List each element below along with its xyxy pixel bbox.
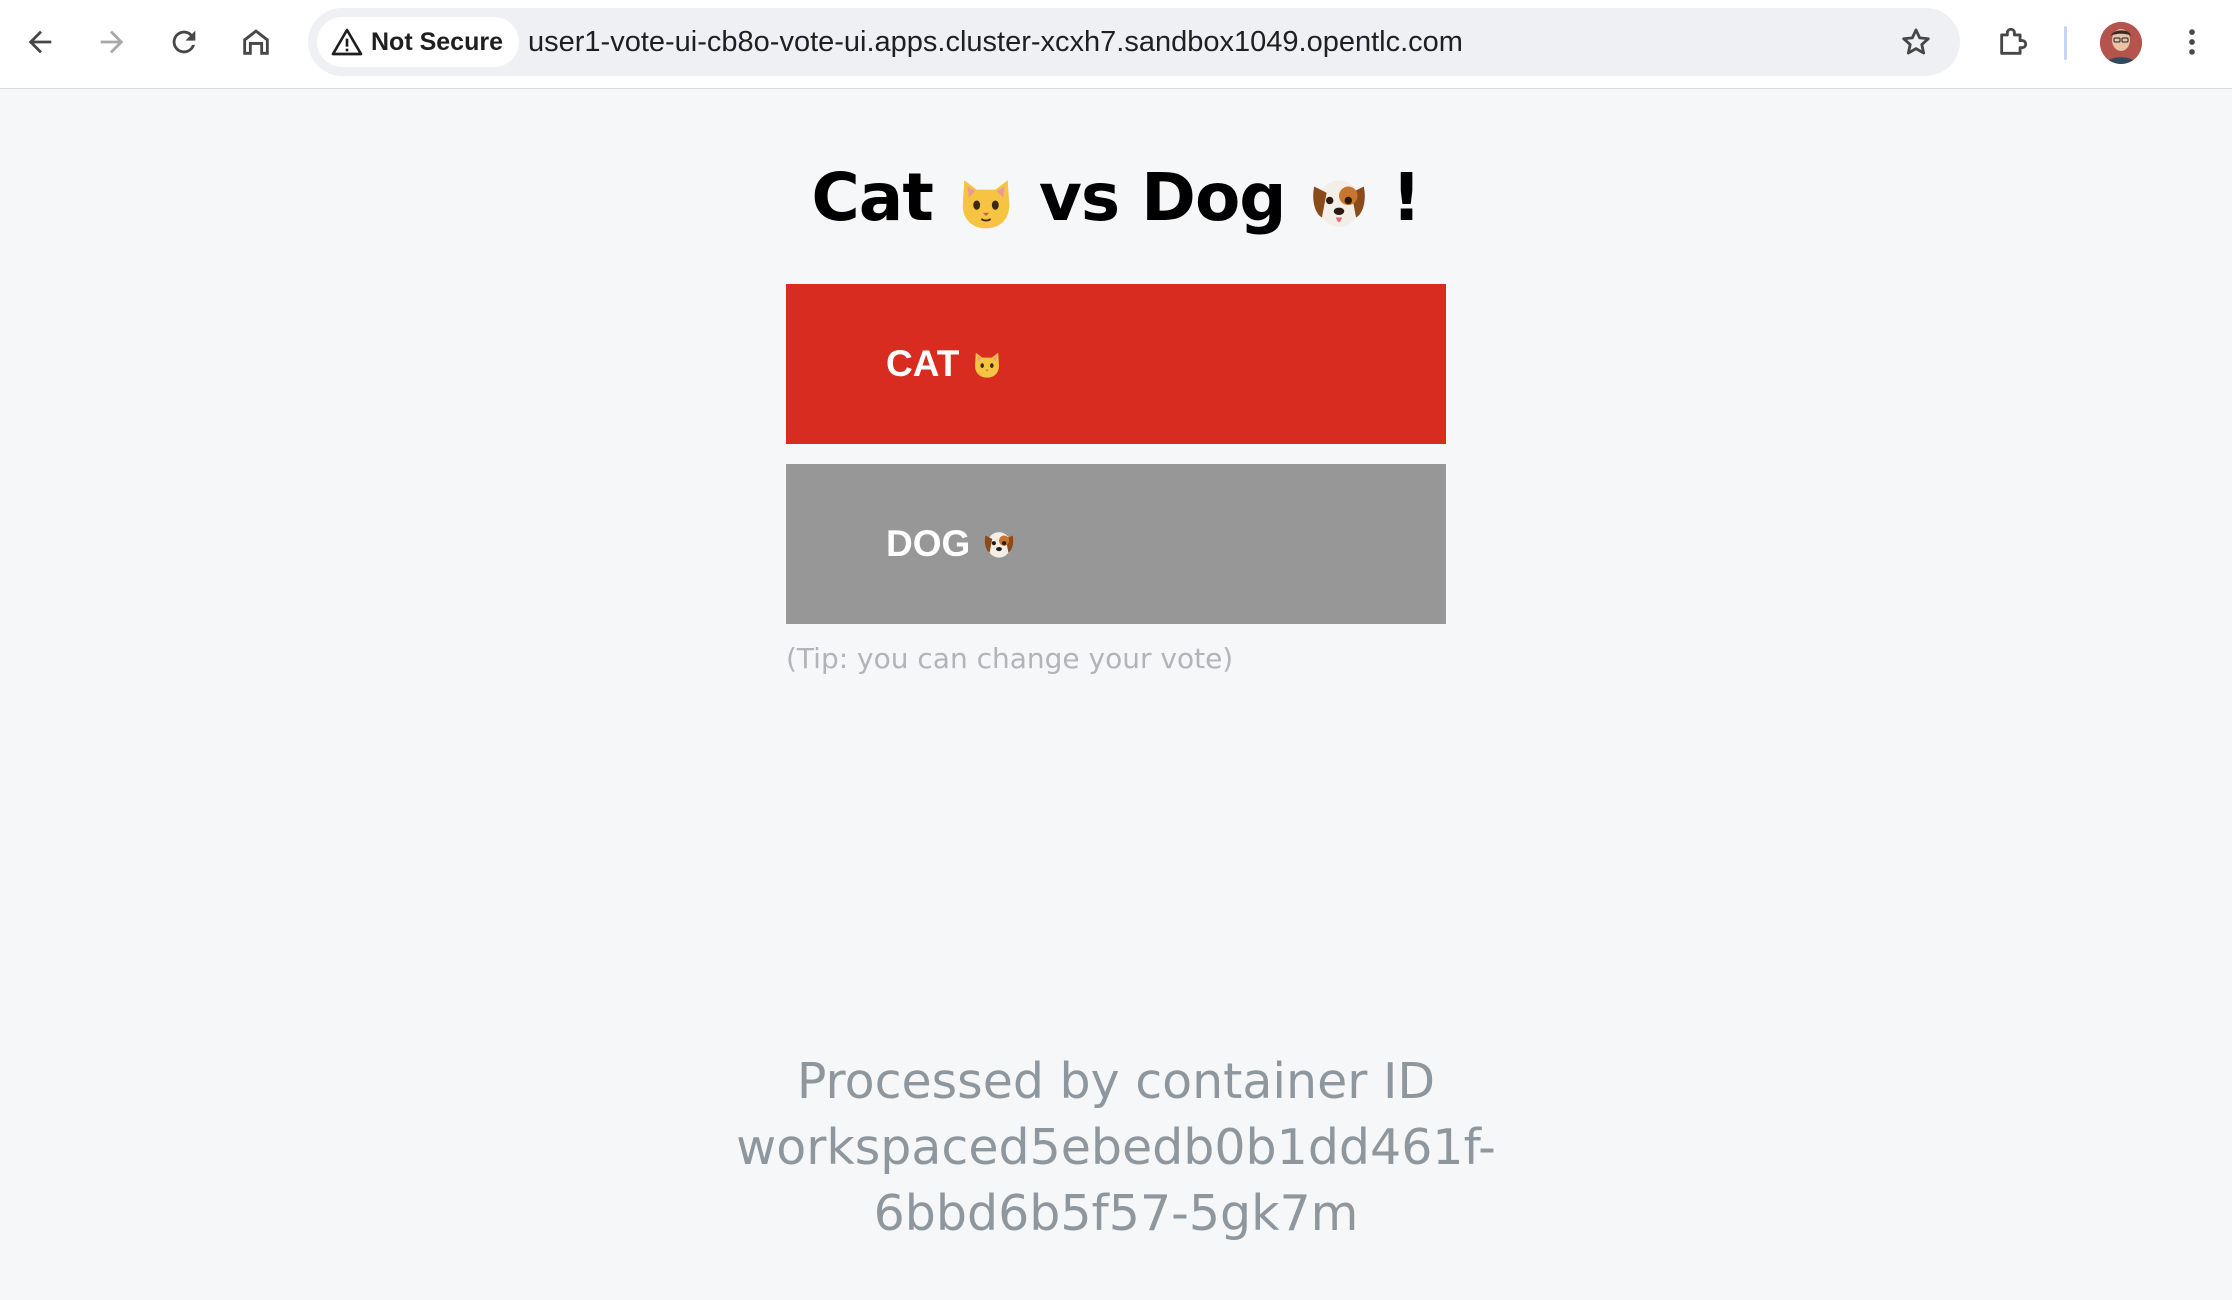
title-cat-text: Cat bbox=[811, 159, 934, 236]
vote-cat-button[interactable]: CAT bbox=[786, 284, 1446, 444]
vote-dog-button[interactable]: DOG bbox=[786, 464, 1446, 624]
page-title: Cat vs Dog ! bbox=[0, 159, 2232, 236]
browser-menu-button[interactable] bbox=[2166, 16, 2218, 68]
bookmark-button[interactable] bbox=[1890, 16, 1942, 68]
reload-button[interactable] bbox=[158, 16, 210, 68]
kebab-menu-icon bbox=[2189, 29, 2195, 55]
address-bar[interactable]: Not Secure user1-vote-ui-cb8o-vote-ui.ap… bbox=[308, 8, 1960, 76]
forward-button[interactable] bbox=[86, 16, 138, 68]
reload-icon bbox=[172, 30, 196, 54]
extensions-button[interactable] bbox=[1987, 16, 2039, 68]
vote-cat-label: CAT bbox=[886, 343, 960, 384]
title-dog-text: vs Dog bbox=[1038, 159, 1287, 236]
puzzle-icon bbox=[2000, 27, 2028, 55]
security-chip[interactable]: Not Secure bbox=[317, 17, 519, 67]
home-icon bbox=[243, 29, 269, 55]
vote-page: Cat vs Dog ! CAT DOG (Tip: you can chang… bbox=[0, 89, 2232, 1300]
star-icon bbox=[1902, 28, 1930, 55]
title-exclaim-text: ! bbox=[1391, 159, 1422, 236]
back-button[interactable] bbox=[14, 16, 66, 68]
dog-face-icon bbox=[1312, 180, 1365, 227]
browser-toolbar: Not Secure user1-vote-ui-cb8o-vote-ui.ap… bbox=[0, 0, 2232, 89]
dog-face-icon bbox=[985, 532, 1014, 558]
warning-triangle-icon bbox=[331, 28, 363, 56]
cat-face-icon bbox=[975, 352, 1000, 378]
processed-line-3: 6bbd6b5f57-5gk7m bbox=[873, 1185, 1359, 1242]
profile-avatar-image bbox=[2100, 22, 2142, 64]
processed-line-1: Processed by container ID bbox=[796, 1053, 1436, 1110]
url-text[interactable]: user1-vote-ui-cb8o-vote-ui.apps.cluster-… bbox=[528, 8, 1463, 76]
forward-arrow-icon bbox=[100, 30, 124, 54]
back-arrow-icon bbox=[28, 30, 52, 54]
cat-face-icon bbox=[962, 180, 1010, 229]
home-button[interactable] bbox=[230, 16, 282, 68]
security-label: Not Secure bbox=[371, 27, 503, 56]
processed-line-2: workspaced5ebedb0b1dd461f- bbox=[736, 1119, 1496, 1176]
vote-dog-label: DOG bbox=[886, 523, 971, 564]
tip-text: (Tip: you can change your vote) bbox=[786, 642, 1234, 675]
profile-avatar[interactable] bbox=[2100, 22, 2142, 64]
container-id-info: Processed by container ID workspaced5ebe… bbox=[0, 1049, 2232, 1247]
toolbar-divider bbox=[2064, 26, 2067, 60]
